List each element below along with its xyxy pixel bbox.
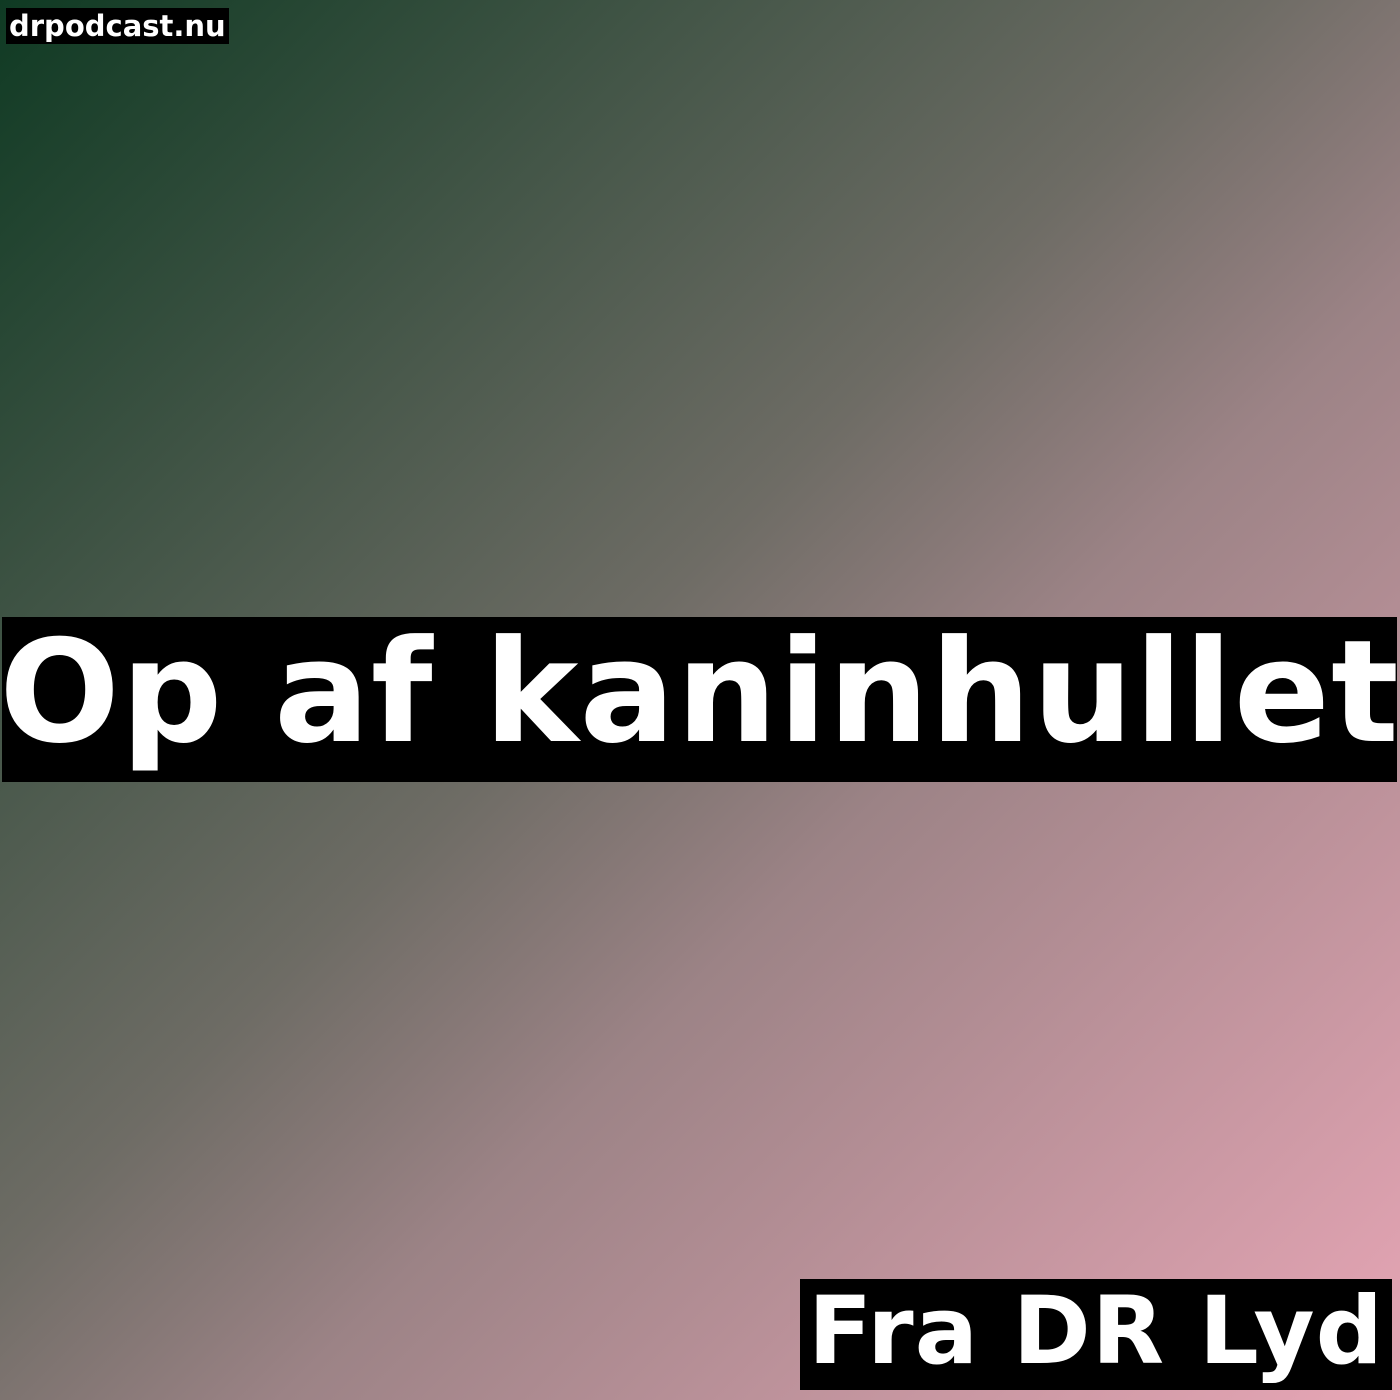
source-label: Fra DR Lyd [800, 1279, 1392, 1390]
podcast-cover-art: drpodcast.nu Op af kaninhullet Fra DR Ly… [0, 0, 1400, 1400]
title-band: Op af kaninhullet [2, 617, 1397, 782]
podcast-title: Op af kaninhullet [2, 617, 1397, 775]
source-text: Fra DR Lyd [808, 1279, 1384, 1386]
site-label: drpodcast.nu [6, 8, 229, 44]
